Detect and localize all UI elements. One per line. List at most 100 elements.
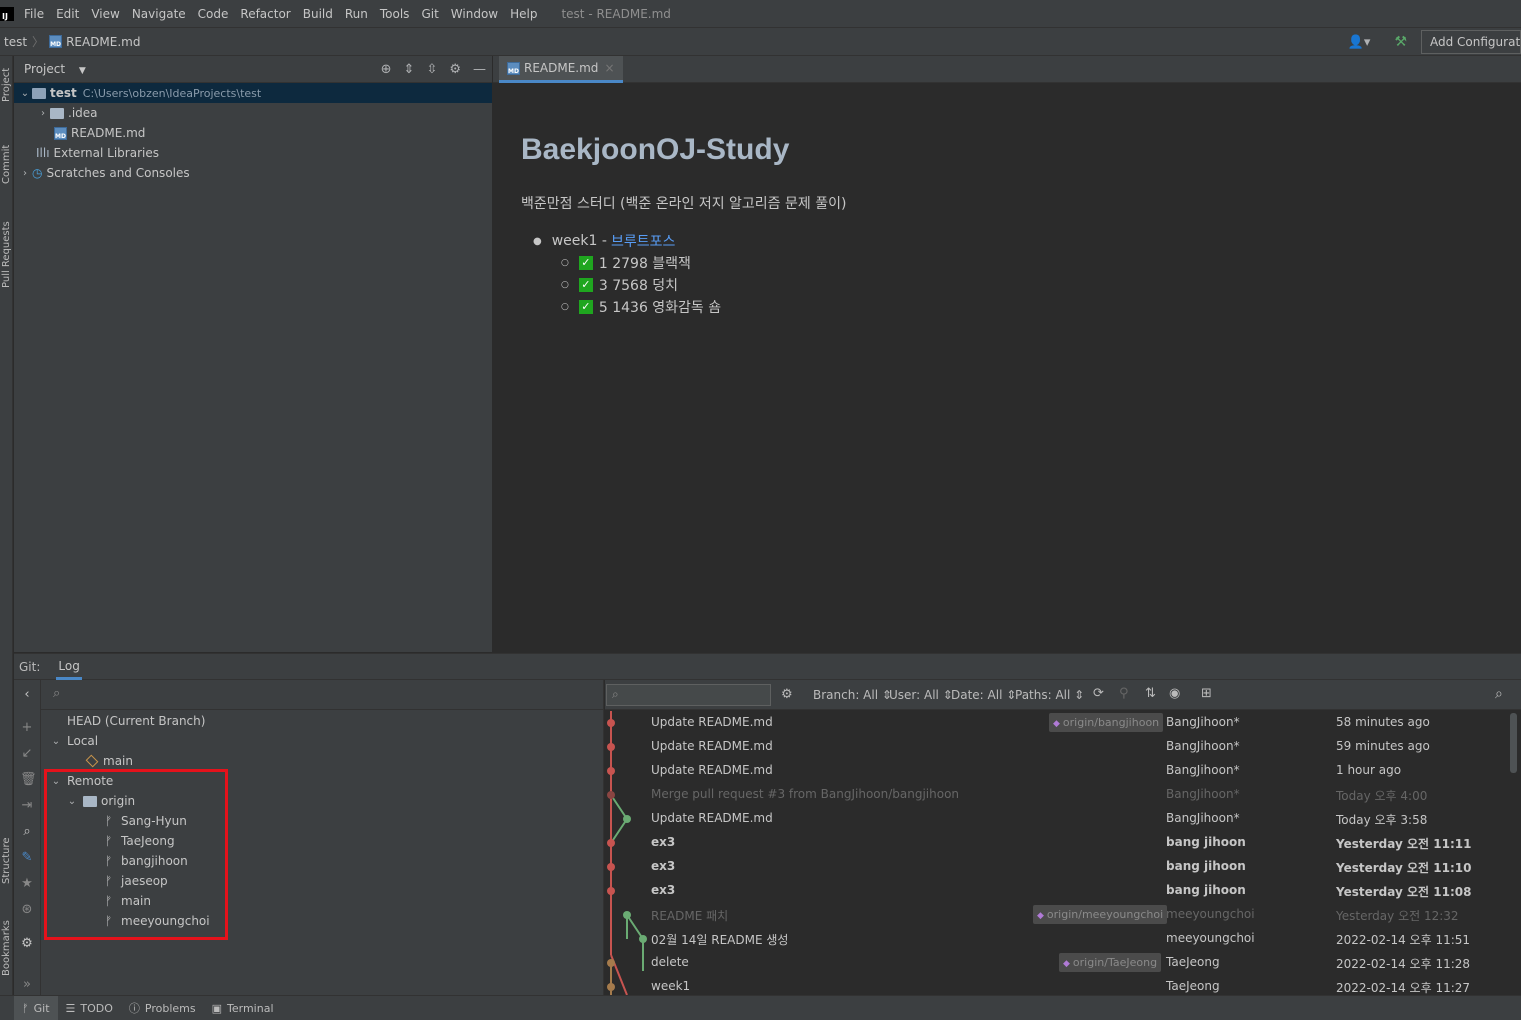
branch-icon: ᚠ [22,1001,29,1015]
week-link[interactable]: 브루트포스 [611,231,675,251]
commit-row[interactable]: ex3 bang jihoon Yesterday 오전 11:11 [605,831,1521,855]
tab-log[interactable]: Log [56,653,82,680]
menu-tools[interactable]: Tools [380,7,410,21]
commit-row[interactable]: ex3 bang jihoon Yesterday 오전 11:08 [605,879,1521,903]
collapse-panel-icon[interactable]: ‹ [20,688,34,702]
search-icon[interactable]: ⌕ [20,825,34,839]
gear-icon[interactable]: ⚙ [449,62,461,77]
branch-head[interactable]: HEAD (Current Branch) [67,711,205,731]
tool-tab-pull-requests[interactable]: Pull Requests [0,221,13,368]
tree-item-idea[interactable]: › .idea [14,103,492,123]
commit-row[interactable]: 02월 14일 README 생성 meeyoungchoi 2022-02-14 … [605,927,1521,951]
menu-edit[interactable]: Edit [56,7,79,21]
add-configuration-button[interactable]: Add Configuration... [1421,30,1521,54]
list-item-week1: ● week1 - 브루트포스 [533,231,675,251]
branch-group-local[interactable]: ⌄ Local [49,731,98,751]
commit-row[interactable]: Update README.md origin/bangjihoon BangJ… [605,711,1521,735]
tree-item-scratches[interactable]: › ◷ Scratches and Consoles [14,163,492,183]
commit-row[interactable]: Merge pull request #3 from BangJihoon/ba… [605,783,1521,807]
filter-date[interactable]: Date: All ⇕ [951,688,1016,702]
commit-row[interactable]: Update README.md BangJihoon* 1 hour ago [605,759,1521,783]
tree-root-label: test [50,86,77,100]
chevron-down-icon[interactable]: ⌄ [18,88,32,99]
bullet-icon: ● [533,235,542,247]
breadcrumb-file[interactable]: README.md [66,35,140,49]
expand-all-icon[interactable]: ⇕ [404,62,415,77]
checkbox-checked-icon[interactable]: ✓ [578,256,593,270]
circle-bullet-icon: ○ [561,302,569,312]
fetch-icon[interactable]: ⊛ [20,903,34,917]
checkbox-checked-icon[interactable]: ✓ [578,300,593,314]
breadcrumb-separator-icon: 〉 [32,35,45,49]
navigation-bar: test 〉 MD README.md 👤▾ ⚒ Add Configurati… [0,27,1521,56]
bottom-tab-problems[interactable]: ⓘ Problems [121,996,204,1020]
log-scrollbar[interactable] [1510,713,1517,773]
project-folder-icon [32,87,46,99]
refresh-icon[interactable]: ⟳ [1093,686,1104,701]
project-panel-header: Project ▼ ⊕ ⇕ ⇳ ⚙ — [14,56,492,83]
menu-run[interactable]: Run [345,7,368,21]
tree-item-readme[interactable]: MD README.md [14,123,492,143]
pin-icon[interactable]: ⊞ [1201,686,1212,701]
branch-search-bar[interactable]: ⌕ [41,680,604,710]
chevron-right-icon[interactable]: › [36,108,50,119]
commit-row[interactable]: README 패치 origin/meeyoungchoi meeyoungch… [605,903,1521,927]
commit-row[interactable]: Update README.md BangJihoon* Today 오후 3:58 [605,807,1521,831]
account-icon[interactable]: 👤▾ [1348,35,1371,50]
close-icon[interactable]: × [604,61,614,75]
menu-build[interactable]: Build [303,7,333,21]
project-view-dropdown[interactable]: Project ▼ [24,62,86,76]
task-item: ○ ✓ 3 7568 덩치 [561,275,678,295]
collapse-all-icon[interactable]: ⇳ [426,62,437,77]
search-icon[interactable]: ⌕ [1495,686,1503,702]
log-search-input[interactable]: ⌕ [606,684,771,706]
commit-row[interactable]: delete origin/TaeJeong TaeJeong2022-02-1… [605,951,1521,975]
tree-item-label: Scratches and Consoles [46,166,190,180]
menu-help[interactable]: Help [510,7,537,21]
star-icon[interactable]: ★ [20,877,34,891]
tree-item-external-libraries[interactable]: Illı External Libraries [14,143,492,163]
markdown-preview: BaekjoonOJ-Study 백준만점 스터디 (백준 온라인 저지 알고리… [493,83,1521,652]
eye-icon[interactable]: ◉ [1169,686,1180,701]
commit-row[interactable]: ex3 bang jihoon Yesterday 오전 11:10 [605,855,1521,879]
tree-item-root[interactable]: ⌄ test C:\Users\obzen\IdeaProjects\test [14,83,492,103]
menu-git[interactable]: Git [421,7,438,21]
locate-icon[interactable]: ⊕ [381,62,392,77]
breadcrumb-project[interactable]: test [4,35,27,49]
gear-icon[interactable]: ⚙ [781,687,793,702]
bottom-tab-terminal[interactable]: ▣ Terminal [204,996,282,1020]
gear-icon[interactable]: ⚙ [20,937,34,951]
filter-paths[interactable]: Paths: All ⇕ [1015,688,1084,702]
edit-icon[interactable]: ✎ [20,851,34,865]
build-hammer-icon[interactable]: ⚒ [1394,34,1407,50]
chevron-down-icon[interactable]: ⌄ [49,736,63,747]
menu-code[interactable]: Code [198,7,229,21]
filter-user[interactable]: User: All ⇕ [889,688,953,702]
terminal-icon: ▣ [211,1001,223,1015]
bottom-tab-git[interactable]: ᚠ Git [14,995,58,1020]
checkout-icon[interactable]: ↙ [20,747,34,761]
hide-icon[interactable]: — [473,62,486,77]
branch-local-main[interactable]: main [85,751,133,771]
menu-refactor[interactable]: Refactor [240,7,290,21]
chevron-right-icon[interactable]: › [18,168,32,179]
editor-tab-readme[interactable]: MD README.md × [499,56,623,83]
filter-branch[interactable]: Branch: All ⇕ [813,688,892,702]
menu-view[interactable]: View [91,7,119,21]
bottom-tool-bar: ᚠ Git ☰ TODO ⓘ Problems ▣ Terminal [0,995,1521,1020]
git-left-toolbar: ‹ + ↙ 🗑 ⇥ ⌕ ✎ ★ ⊛ ⚙ » [14,680,41,995]
menu-file[interactable]: File [24,7,44,21]
cherry-pick-icon[interactable]: ⚲ [1119,686,1129,701]
delete-icon[interactable]: 🗑 [20,773,37,787]
commit-row[interactable]: week1 TaeJeong 2022-02-14 오후 11:27 [605,975,1521,995]
menu-navigate[interactable]: Navigate [132,7,186,21]
more-icon[interactable]: » [20,978,34,992]
menu-window[interactable]: Window [451,7,498,21]
bottom-tab-todo[interactable]: ☰ TODO [58,996,121,1020]
checkbox-checked-icon[interactable]: ✓ [578,278,593,292]
merge-icon[interactable]: ⇥ [20,799,34,813]
tree-item-label: .idea [68,106,98,120]
add-icon[interactable]: + [20,721,34,735]
commit-row[interactable]: Update README.md BangJihoon* 59 minutes ag… [605,735,1521,759]
sort-icon[interactable]: ⇅ [1145,686,1156,701]
